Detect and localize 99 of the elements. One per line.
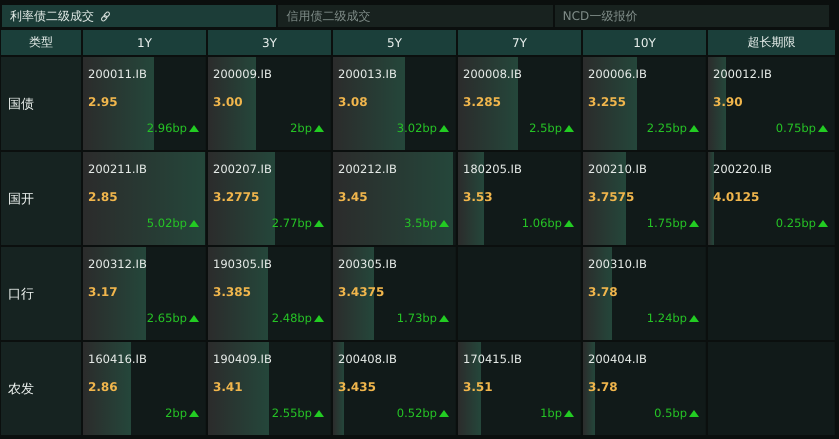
- up-triangle-icon: [439, 220, 449, 226]
- column-header: 超长期限: [708, 30, 835, 55]
- up-triangle-icon: [564, 220, 574, 226]
- row-header: 口行: [1, 247, 81, 340]
- change-value: 1.75bp: [646, 216, 687, 230]
- bond-code: 200012.IB: [713, 67, 772, 83]
- yield-value: 3.51: [463, 380, 493, 394]
- yield-value: 3.41: [213, 380, 243, 394]
- change-value: 2.25bp: [646, 121, 687, 135]
- up-triangle-icon: [689, 410, 699, 416]
- bond-code: 200404.IB: [588, 352, 647, 368]
- column-header: 1Y: [83, 30, 206, 55]
- up-triangle-icon: [564, 410, 574, 416]
- change-value: 1.73bp: [396, 311, 437, 325]
- bond-code: 190305.IB: [213, 257, 272, 273]
- change-value: 1.24bp: [646, 311, 687, 325]
- bond-code: 180205.IB: [463, 162, 522, 178]
- bond-code: 200210.IB: [588, 162, 647, 178]
- up-triangle-icon: [689, 314, 699, 322]
- up-triangle-icon: [564, 124, 574, 132]
- tab[interactable]: 利率债二级成交: [2, 5, 276, 27]
- change-value: 0.25bp: [776, 216, 816, 230]
- bond-code: 200408.IB: [338, 352, 397, 368]
- up-triangle-icon: [314, 124, 324, 132]
- up-triangle-icon: [314, 410, 324, 416]
- bond-code: 200310.IB: [588, 257, 647, 273]
- yield-value: 3.7575: [588, 190, 634, 204]
- bond-code: 200008.IB: [463, 67, 522, 83]
- change-value: 5.02bp: [146, 216, 187, 230]
- row-header: 农发: [1, 342, 81, 435]
- yield-value: 3.4375: [338, 285, 384, 299]
- up-triangle-icon: [439, 314, 449, 322]
- yield-value: 3.45: [338, 190, 368, 204]
- row-header: 国开: [1, 152, 81, 245]
- up-triangle-icon: [189, 220, 199, 226]
- change-value: 1.06bp: [522, 216, 562, 230]
- bond-code: 200220.IB: [713, 162, 772, 178]
- column-header: 7Y: [458, 30, 581, 55]
- yield-value: 3.90: [713, 95, 743, 109]
- yield-value: 3.17: [88, 285, 118, 299]
- change-value: 2.65bp: [146, 311, 187, 325]
- column-header: 5Y: [333, 30, 456, 55]
- yield-value: 3.78: [588, 380, 618, 394]
- bond-code: 200211.IB: [88, 162, 147, 178]
- yield-value: 3.285: [463, 95, 501, 109]
- change-value: 3.5bp: [404, 216, 437, 230]
- change-value: 2bp: [165, 406, 187, 420]
- bond-code: 200009.IB: [213, 67, 272, 83]
- up-triangle-icon: [818, 220, 828, 226]
- up-triangle-icon: [689, 220, 699, 226]
- change-value: 3.02bp: [396, 121, 437, 135]
- row-header: 国债: [1, 57, 81, 150]
- bond-code: 170415.IB: [463, 352, 522, 368]
- yield-value: 4.0125: [713, 190, 760, 204]
- yield-value: 3.255: [588, 95, 626, 109]
- up-triangle-icon: [314, 314, 324, 322]
- up-triangle-icon: [689, 124, 699, 132]
- change-value: 2.5bp: [529, 121, 562, 135]
- bond-code: 200207.IB: [213, 162, 272, 178]
- up-triangle-icon: [439, 124, 449, 132]
- yield-value: 3.08: [338, 95, 368, 109]
- bond-code: 200305.IB: [338, 257, 397, 273]
- change-value: 0.75bp: [776, 121, 816, 135]
- change-value: 2.48bp: [272, 311, 312, 325]
- yield-value: 3.2775: [213, 190, 260, 204]
- change-value: 0.5bp: [654, 406, 687, 420]
- tab[interactable]: 信用债二级成交: [278, 5, 553, 27]
- yield-value: 3.53: [463, 190, 493, 204]
- change-value: 2.77bp: [272, 216, 312, 230]
- column-header: 10Y: [583, 30, 706, 55]
- yield-value: 2.95: [88, 95, 118, 109]
- up-triangle-icon: [189, 314, 199, 322]
- change-value: 0.52bp: [396, 406, 437, 420]
- yield-value: 3.78: [588, 285, 618, 299]
- change-value: 1bp: [540, 406, 562, 420]
- yield-value: 2.85: [88, 190, 118, 204]
- yield-value: 3.435: [338, 380, 376, 394]
- column-header: 类型: [1, 30, 81, 55]
- bond-code: 200312.IB: [88, 257, 147, 273]
- column-header: 3Y: [208, 30, 331, 55]
- yield-value: 3.385: [213, 285, 251, 299]
- up-triangle-icon: [189, 124, 199, 132]
- bond-code: 200006.IB: [588, 67, 647, 83]
- change-value: 2bp: [290, 121, 312, 135]
- up-triangle-icon: [189, 410, 199, 416]
- change-value: 2.55bp: [272, 406, 312, 420]
- change-value: 2.96bp: [146, 121, 187, 135]
- up-triangle-icon: [818, 124, 828, 132]
- up-triangle-icon: [439, 410, 449, 416]
- link-icon[interactable]: [100, 10, 111, 22]
- bond-code: 190409.IB: [213, 352, 272, 368]
- bond-code: 200011.IB: [88, 67, 147, 83]
- up-triangle-icon: [314, 220, 324, 226]
- bond-code: 200013.IB: [338, 67, 397, 83]
- tab[interactable]: NCD一级报价: [554, 5, 829, 27]
- bond-code: 160416.IB: [88, 352, 147, 368]
- bond-code: 200212.IB: [338, 162, 397, 178]
- yield-value: 2.86: [88, 380, 118, 394]
- yield-value: 3.00: [213, 95, 243, 109]
